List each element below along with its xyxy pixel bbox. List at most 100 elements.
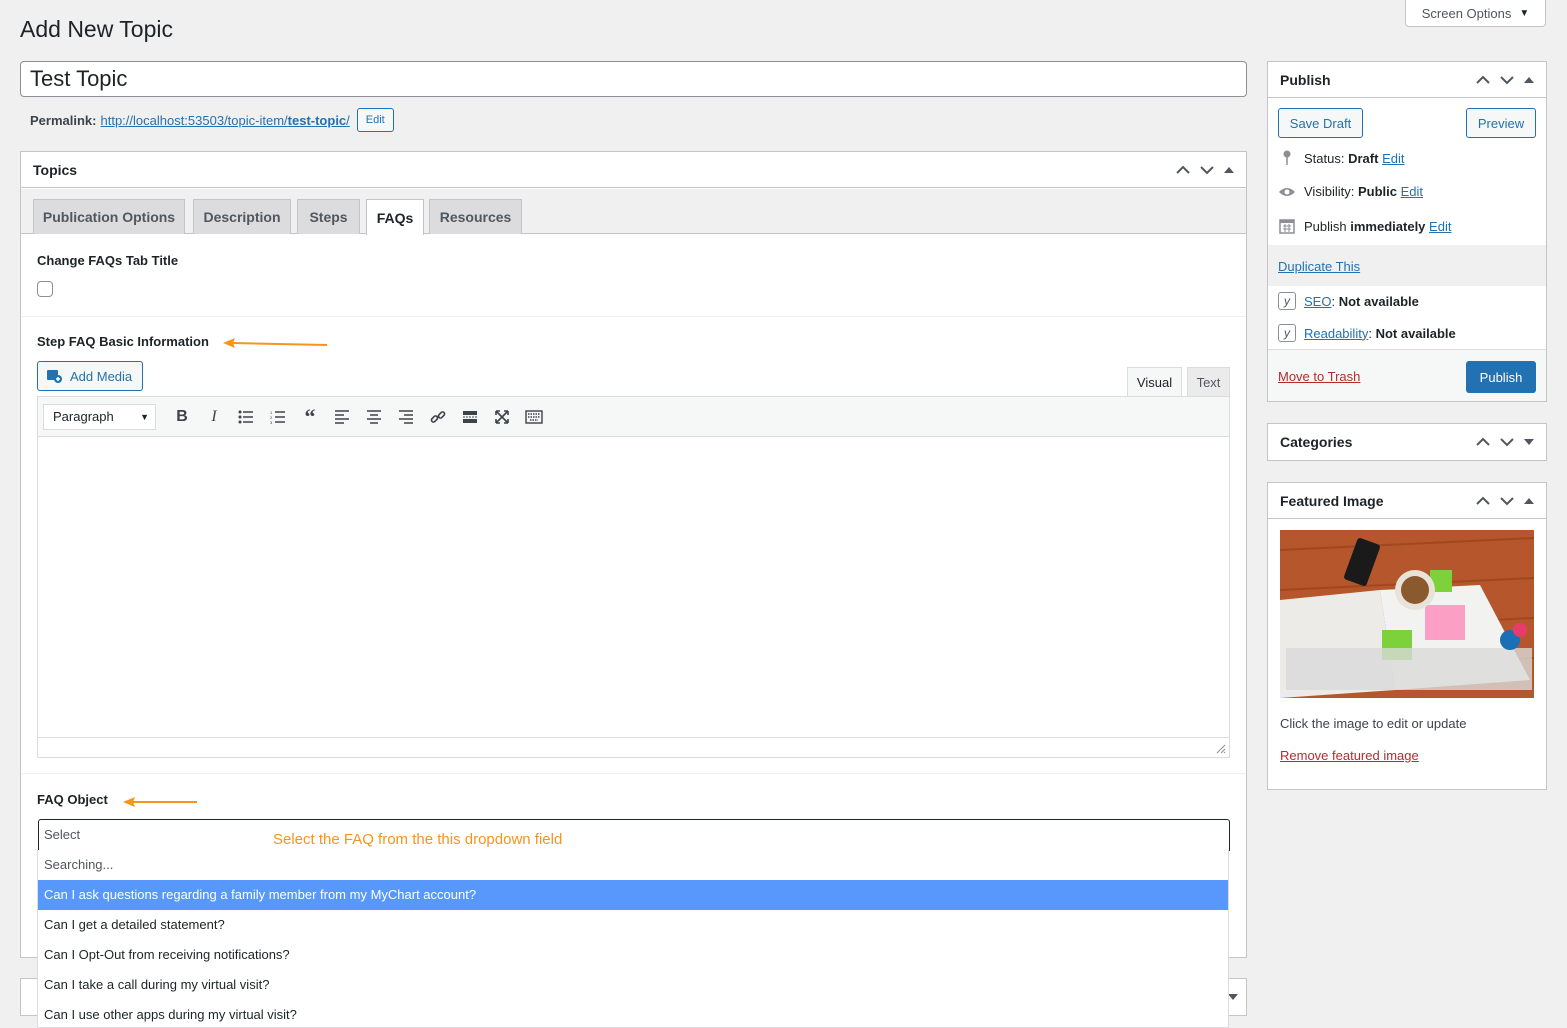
- faq-dropdown-list: Searching... Can I ask questions regardi…: [37, 850, 1229, 1028]
- schedule-row: Publish immediately Edit: [1278, 218, 1451, 234]
- permalink-slug: test-topic: [287, 112, 347, 128]
- duplicate-row: Duplicate This: [1268, 245, 1546, 286]
- chevron-up-icon[interactable]: [1476, 437, 1490, 447]
- save-draft-button[interactable]: Save Draft: [1278, 108, 1363, 138]
- annotation-arrow: [123, 797, 197, 807]
- page-title: Add New Topic: [20, 16, 173, 42]
- fullscreen-icon[interactable]: [486, 403, 518, 431]
- change-faqs-title-label: Change FAQs Tab Title: [37, 253, 179, 268]
- publish-button[interactable]: Publish: [1466, 361, 1536, 393]
- align-right-icon[interactable]: [390, 403, 422, 431]
- publish-box-header: Publish: [1268, 62, 1546, 98]
- preview-button[interactable]: Preview: [1466, 108, 1536, 138]
- tab-description[interactable]: Description: [193, 199, 291, 234]
- editor-statusbar: [38, 737, 1229, 757]
- format-select[interactable]: Paragraph ▼: [43, 403, 156, 430]
- readability-value: Not available: [1375, 325, 1456, 341]
- chevron-up-icon[interactable]: [1176, 165, 1190, 175]
- add-media-button[interactable]: Add Media: [37, 361, 143, 391]
- dropdown-option[interactable]: Can I ask questions regarding a family m…: [38, 880, 1228, 910]
- readability-link[interactable]: Readability: [1304, 326, 1368, 341]
- permalink-edit-button[interactable]: Edit: [356, 108, 394, 132]
- numbered-list-icon[interactable]: 123: [262, 403, 294, 431]
- visibility-edit-link[interactable]: Edit: [1401, 184, 1423, 199]
- chevron-down-icon[interactable]: [1500, 437, 1514, 447]
- dropdown-option[interactable]: Can I Opt-Out from receiving notificatio…: [38, 940, 1228, 970]
- tab-faqs[interactable]: FAQs: [366, 199, 424, 235]
- change-faqs-title-checkbox[interactable]: [37, 281, 53, 297]
- featured-image-header: Featured Image: [1268, 483, 1546, 519]
- toggle-panel-icon[interactable]: [1524, 438, 1534, 446]
- toggle-panel-icon[interactable]: [1228, 993, 1238, 1001]
- featured-image[interactable]: [1280, 530, 1534, 698]
- schedule-edit-link[interactable]: Edit: [1429, 219, 1451, 234]
- featured-image-box: Featured Image Click the image to edit o…: [1267, 482, 1547, 790]
- annotation-text: Select the FAQ from the this dropdown fi…: [273, 831, 563, 848]
- chevron-up-icon[interactable]: [1476, 496, 1490, 506]
- topics-box-header: Topics: [21, 152, 1246, 188]
- toggle-panel-icon[interactable]: [1524, 76, 1534, 84]
- chevron-down-icon[interactable]: [1500, 75, 1514, 85]
- bold-icon[interactable]: B: [166, 403, 198, 431]
- tab-resources[interactable]: Resources: [429, 199, 522, 234]
- post-title-input[interactable]: [20, 61, 1247, 97]
- chevron-down-icon[interactable]: [1200, 165, 1214, 175]
- visibility-row: Visibility: Public Edit: [1278, 184, 1423, 199]
- bullet-list-icon[interactable]: [230, 403, 262, 431]
- remove-featured-image-link[interactable]: Remove featured image: [1280, 748, 1419, 763]
- publish-box-title: Publish: [1280, 71, 1331, 88]
- format-select-value: Paragraph: [53, 409, 114, 424]
- dropdown-option[interactable]: Can I take a call during my virtual visi…: [38, 970, 1228, 1000]
- seo-value: Not available: [1338, 293, 1419, 309]
- link-icon[interactable]: [422, 403, 454, 431]
- caret-down-icon: ▼: [1519, 7, 1530, 19]
- pin-icon: [1278, 150, 1296, 166]
- rich-text-editor: Paragraph ▼ B I 123 “: [37, 396, 1230, 758]
- tab-steps[interactable]: Steps: [297, 199, 360, 234]
- keyboard-toolbar-icon[interactable]: [518, 403, 550, 431]
- move-to-trash-link[interactable]: Move to Trash: [1278, 369, 1360, 384]
- editor-content-area[interactable]: [38, 437, 1229, 737]
- seo-row: y SEO: Not available: [1278, 292, 1419, 310]
- chevron-up-icon[interactable]: [1476, 75, 1490, 85]
- status-edit-link[interactable]: Edit: [1382, 151, 1404, 166]
- align-left-icon[interactable]: [326, 403, 358, 431]
- visibility-value: Public: [1357, 184, 1397, 199]
- duplicate-link[interactable]: Duplicate This: [1278, 259, 1360, 274]
- toggle-panel-icon[interactable]: [1524, 497, 1534, 505]
- dropdown-option[interactable]: Can I get a detailed statement?: [38, 910, 1228, 940]
- tab-publication-options[interactable]: Publication Options: [33, 199, 185, 234]
- publish-box: Publish Save Draft Preview Status: Draft…: [1267, 61, 1547, 402]
- dropdown-searching: Searching...: [44, 857, 114, 872]
- chevron-down-icon[interactable]: [1500, 496, 1514, 506]
- topics-tabs: Publication Options Description Steps FA…: [21, 189, 1246, 235]
- faq-object-select[interactable]: Select: [38, 819, 1230, 851]
- editor-toolbar: Paragraph ▼ B I 123 “: [38, 397, 1229, 437]
- yoast-icon: y: [1278, 324, 1296, 342]
- topics-box-title: Topics: [33, 161, 78, 178]
- editor-tab-text[interactable]: Text: [1187, 367, 1230, 397]
- categories-box-header: Categories: [1268, 424, 1546, 460]
- permalink-label: Permalink:: [30, 112, 97, 128]
- align-center-icon[interactable]: [358, 403, 390, 431]
- italic-icon[interactable]: I: [198, 403, 230, 431]
- faq-select-placeholder: Select: [44, 827, 81, 842]
- eye-icon: [1278, 186, 1296, 198]
- faq-object-label: FAQ Object: [37, 792, 108, 807]
- dropdown-option[interactable]: Can I use other apps during my virtual v…: [38, 1000, 1228, 1027]
- toggle-panel-icon[interactable]: [1224, 166, 1234, 174]
- editor-tab-visual[interactable]: Visual: [1127, 367, 1182, 397]
- add-media-label: Add Media: [70, 368, 133, 384]
- resize-handle-icon[interactable]: [1216, 744, 1226, 754]
- permalink-base: http://localhost:53503/topic-item/: [100, 112, 288, 128]
- categories-box-title: Categories: [1280, 434, 1353, 450]
- seo-link[interactable]: SEO: [1304, 294, 1331, 309]
- section-divider: [21, 773, 1246, 774]
- screen-options-button[interactable]: Screen Options ▼: [1405, 0, 1546, 27]
- status-label: Status:: [1304, 150, 1345, 166]
- blockquote-icon[interactable]: “: [294, 403, 326, 431]
- categories-box: Categories: [1267, 423, 1547, 461]
- read-more-icon[interactable]: [454, 403, 486, 431]
- screen-options-label: Screen Options: [1421, 5, 1512, 21]
- permalink-link[interactable]: http://localhost:53503/topic-item/test-t…: [100, 113, 349, 128]
